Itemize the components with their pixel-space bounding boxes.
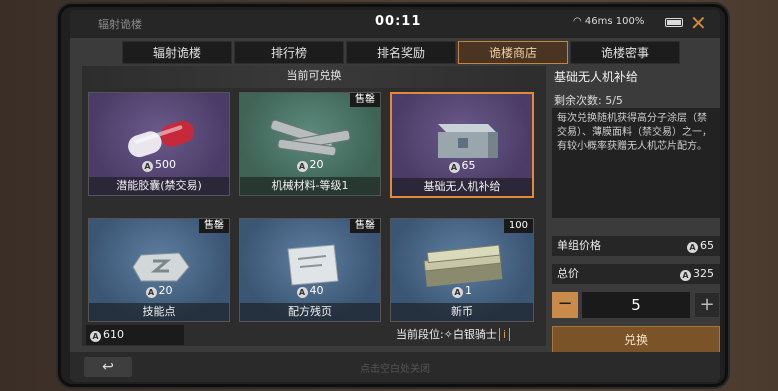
currency-icon: A <box>680 270 691 281</box>
close-icon[interactable]: ✕ <box>690 11 707 35</box>
item-price: A 20 <box>240 158 380 172</box>
currency-icon: A <box>687 242 698 253</box>
item-price: A 40 <box>240 284 380 298</box>
battery-icon <box>665 18 683 27</box>
tab-bar: 辐射诡楼 排行榜 排名奖励 诡楼商店 诡楼密事 <box>122 41 682 64</box>
rank-value: 白银骑士 <box>452 328 497 341</box>
item-price: A 65 <box>392 159 532 173</box>
bottom-bar: ↩ 点击空白处关闭 <box>70 352 720 382</box>
item-name: 潜能胶囊(禁交易) <box>89 177 229 195</box>
network-status: ◠ 46ms 100% <box>573 16 644 27</box>
currency-icon: A <box>296 161 308 172</box>
top-bar: 辐射诡楼 00:11 ◠ 46ms 100% ✕ <box>70 10 720 38</box>
currency-icon: A <box>90 331 101 342</box>
item-name: 机械材料-等级1 <box>240 177 380 195</box>
currency-icon: A <box>142 161 153 172</box>
latency: 46ms <box>584 16 613 27</box>
tab-leaderboard[interactable]: 排行榜 <box>234 41 344 64</box>
item-name: 新币 <box>391 303 533 321</box>
total-price-row: 总价 A 325 <box>552 264 720 284</box>
currency-icon: A <box>448 162 460 173</box>
currency-icon: A <box>452 287 463 298</box>
stock-badge: 100 <box>503 219 533 233</box>
currency-icon: A <box>296 287 308 298</box>
info-icon[interactable]: i <box>498 328 510 341</box>
item-name: 技能点 <box>89 303 229 321</box>
detail-title: 基础无人机补给 <box>554 70 639 84</box>
currency-icon: A <box>145 287 157 298</box>
increase-button[interactable]: + <box>694 292 720 318</box>
shop-window: 辐射诡楼 00:11 ◠ 46ms 100% ✕ 辐射诡楼 排行榜 排名奖励 诡… <box>70 10 720 382</box>
shop-item-card[interactable]: 售罄 A 40 配方残页 <box>239 218 381 322</box>
item-description: 每次兑换随机获得高分子涂层（禁交易）、薄膜面料（禁交易）之一，有较小概率获赠无人… <box>552 108 720 218</box>
shop-item-card[interactable]: 售罄 A 20 机械材料-等级1 <box>239 92 381 196</box>
tab-radiation-tower[interactable]: 辐射诡楼 <box>122 41 232 64</box>
wifi-icon: ◠ <box>573 16 582 27</box>
tab-tower-shop[interactable]: 诡楼商店 <box>458 41 568 64</box>
close-hint: 点击空白处关闭 <box>360 364 430 375</box>
unit-price-row: 单组价格 A 65 <box>552 236 720 256</box>
shop-item-card[interactable]: 100 A1 新币 <box>390 218 534 322</box>
item-price: A 20 <box>89 284 229 298</box>
item-price: A 500 <box>89 158 229 172</box>
tab-rank-rewards[interactable]: 排名奖励 <box>346 41 456 64</box>
shop-item-card[interactable]: A 500 潜能胶囊(禁交易) <box>88 92 230 196</box>
remaining-count: 剩余次数: 5/5 <box>554 94 623 107</box>
shop-item-card-selected[interactable]: A 65 基础无人机补给 <box>390 92 534 198</box>
window-title: 辐射诡楼 <box>98 18 142 31</box>
shop-items-panel: 当前可兑换 A 500 潜能胶囊(禁交易) 售罄 A 20 机械材料-等级1 A… <box>82 66 546 346</box>
item-name: 配方残页 <box>240 303 380 321</box>
currency-balance: A 610 <box>86 325 184 345</box>
section-title: 当前可兑换 <box>82 66 546 88</box>
item-name: 基础无人机补给 <box>392 178 532 196</box>
tab-tower-secrets[interactable]: 诡楼密事 <box>570 41 680 64</box>
shop-item-card[interactable]: 售罄 A 20 技能点 <box>88 218 230 322</box>
item-price: A1 <box>391 284 533 298</box>
sold-out-badge: 售罄 <box>199 219 229 233</box>
quantity-stepper: − 5 + <box>552 292 720 318</box>
timer: 00:11 <box>375 14 422 29</box>
decrease-button[interactable]: − <box>552 292 578 318</box>
item-detail-panel: 基础无人机补给 剩余次数: 5/5 每次兑换随机获得高分子涂层（禁交易）、薄膜面… <box>552 66 720 354</box>
rank-emblem-icon: ✧ <box>443 328 453 341</box>
battery-percent: 100% <box>615 16 645 27</box>
sold-out-badge: 售罄 <box>350 93 380 107</box>
sold-out-badge: 售罄 <box>350 219 380 233</box>
current-rank: 当前段位:✧白银骑士 i <box>396 326 510 342</box>
quantity-value[interactable]: 5 <box>582 292 690 318</box>
redeem-button[interactable]: 兑换 <box>552 326 720 354</box>
